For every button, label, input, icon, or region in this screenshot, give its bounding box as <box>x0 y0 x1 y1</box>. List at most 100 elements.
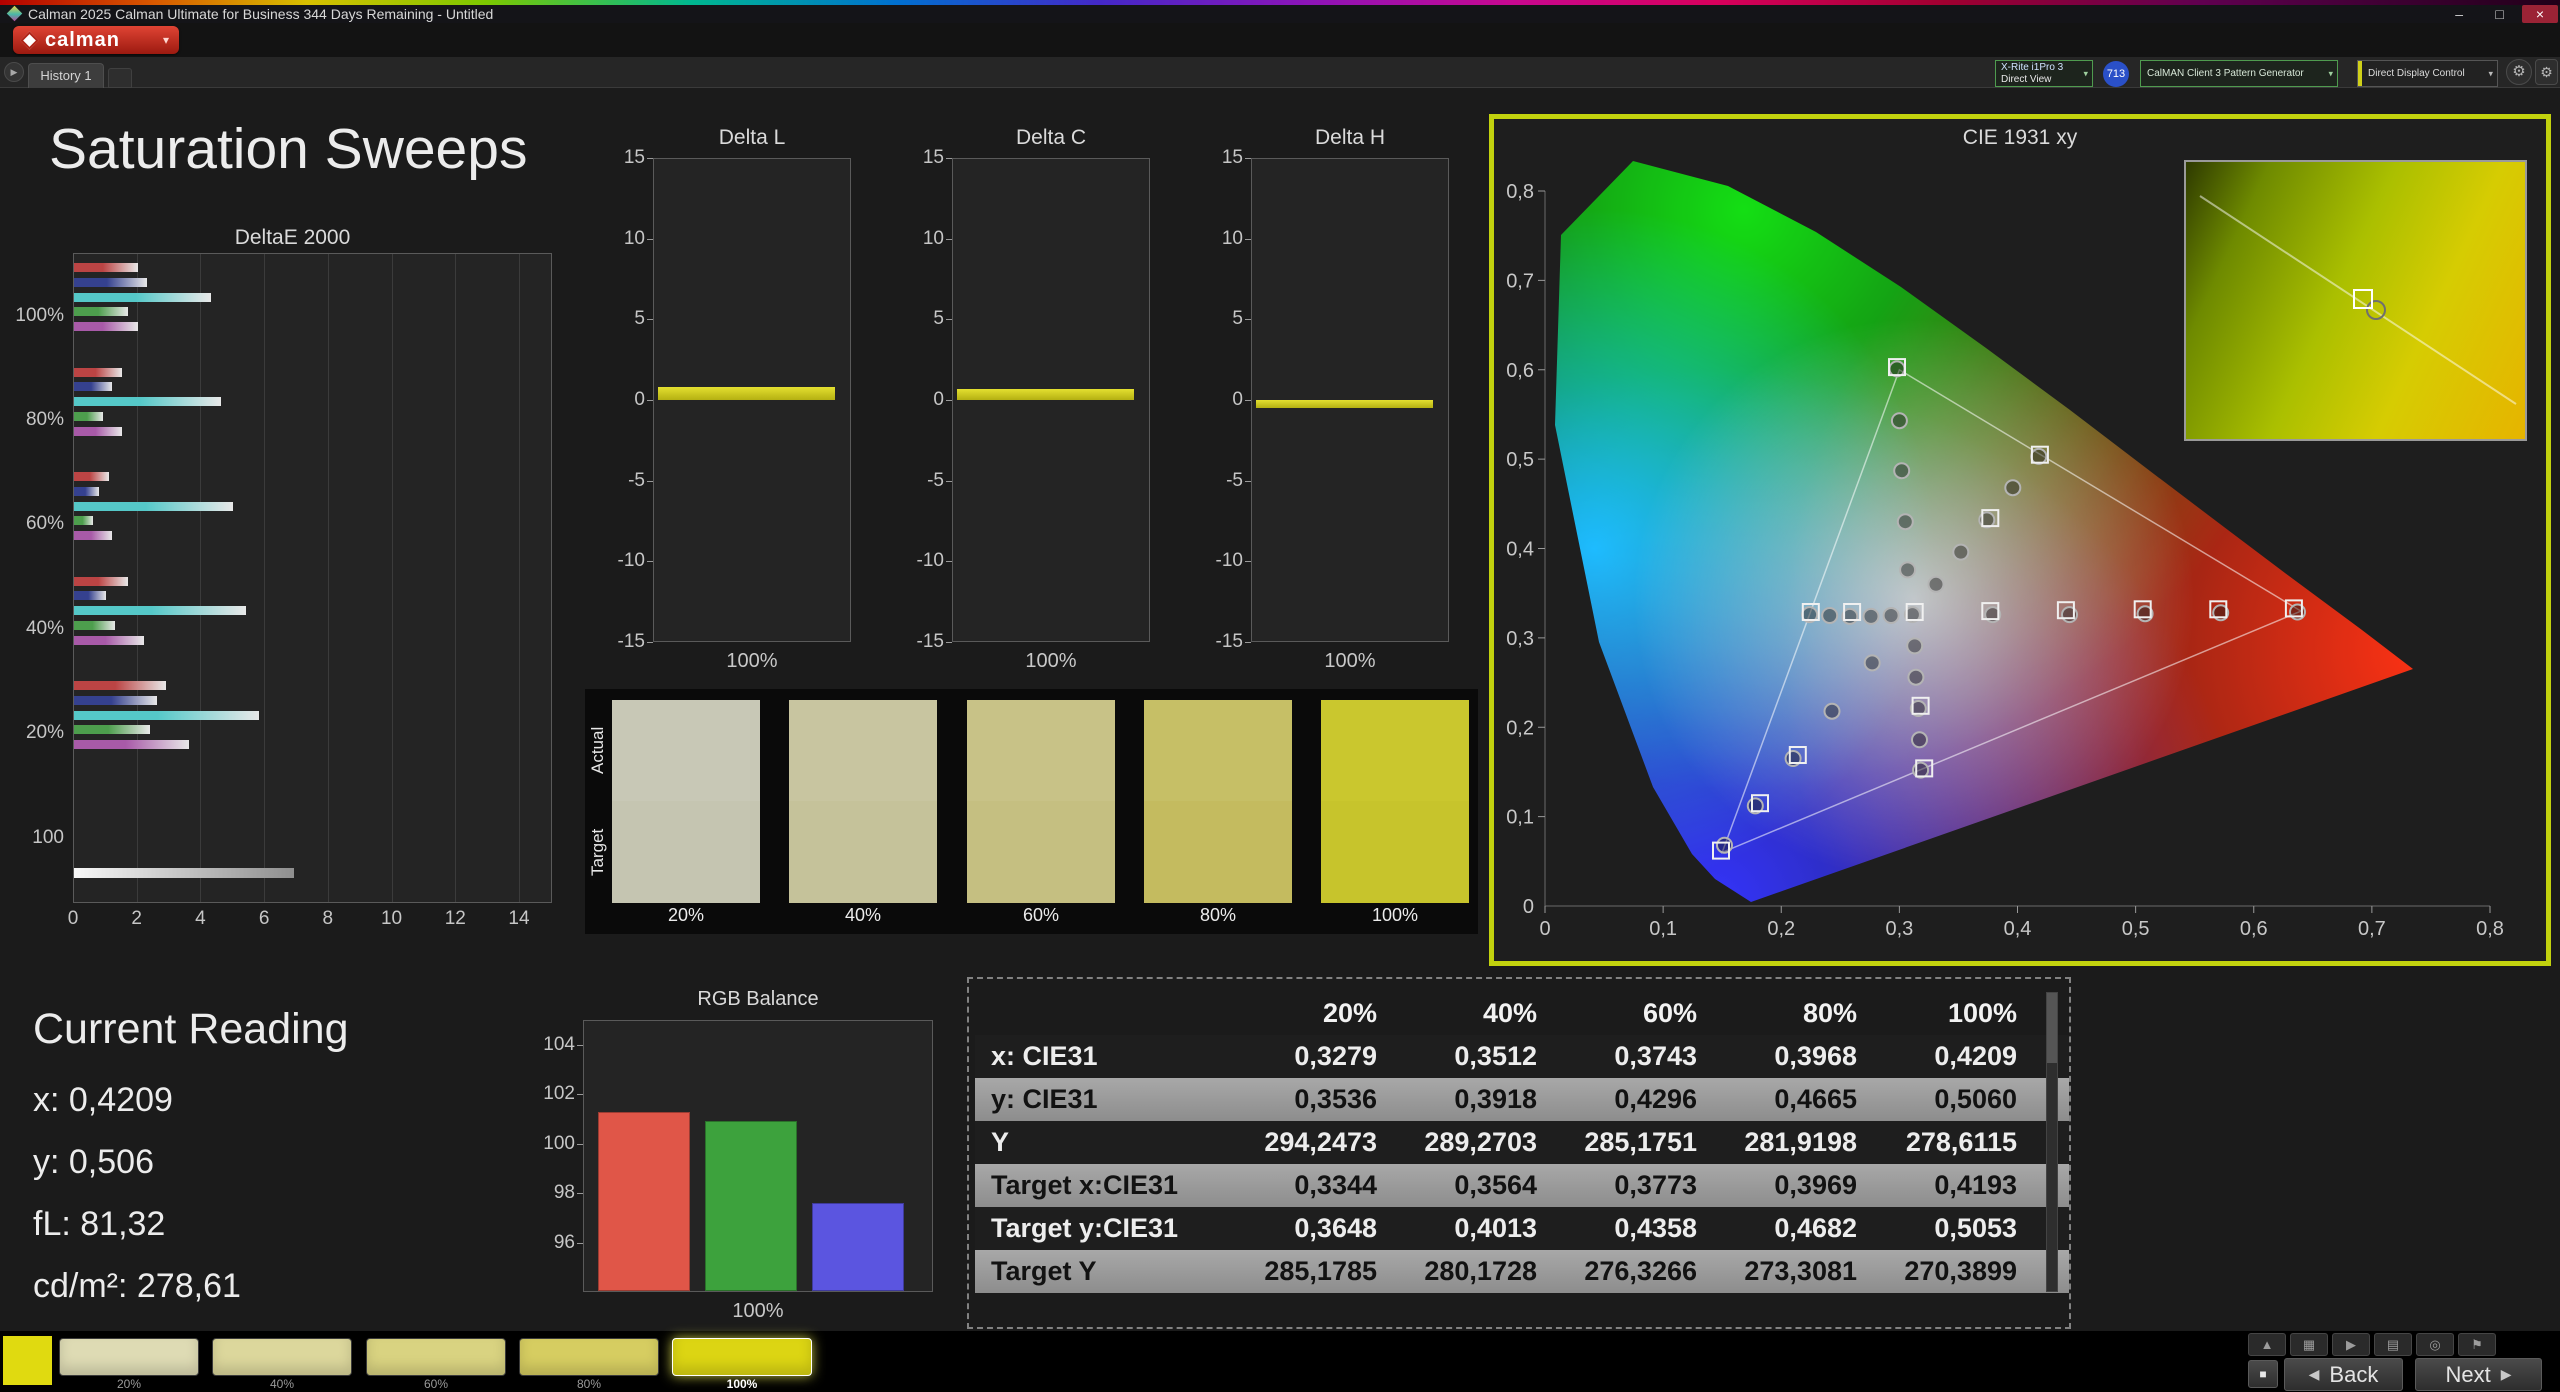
measured-point <box>1953 545 1968 560</box>
layout-icon: ▤ <box>2387 1337 2399 1352</box>
deltae-x-tick-label: 12 <box>433 906 477 932</box>
delta_h-tick-label: -15 <box>1185 629 1243 655</box>
pattern-swatch-60%[interactable] <box>366 1338 506 1376</box>
stop-pattern-button[interactable]: ■ <box>2248 1360 2278 1388</box>
delta_l-tick-label: 10 <box>587 226 645 252</box>
deltae-x-tick-label: 8 <box>306 906 350 932</box>
delta_c-tick-label: 5 <box>886 306 944 332</box>
measured-point <box>2031 449 2046 464</box>
toolbar-button[interactable]: ▲ <box>2248 1333 2286 1356</box>
deltae-x-tick-label: 4 <box>178 906 222 932</box>
pattern-swatch-20%[interactable] <box>59 1338 199 1376</box>
pattern-swatch-80%[interactable] <box>519 1338 659 1376</box>
cie-y-tick-label: 0,3 <box>1506 628 1534 650</box>
zoom-measured-point <box>2367 301 2385 319</box>
delta_h-tick-label: 5 <box>1185 306 1243 332</box>
play-icon: ▶ <box>2346 1337 2356 1352</box>
toolbar-button[interactable]: ⚑ <box>2458 1333 2496 1356</box>
gear-icon: ⚙ <box>2512 63 2525 80</box>
tab-label: History 1 <box>40 68 91 83</box>
play-icon: ▶ <box>11 67 18 77</box>
delta_l-tick-label: 0 <box>587 387 645 413</box>
deltae-group-label: 20% <box>4 720 64 746</box>
reading-cdm2: cd/m²: 278,61 <box>33 1267 241 1306</box>
calman-diamond-icon <box>7 6 23 22</box>
settings-button[interactable]: ⚙ <box>2506 59 2532 85</box>
next-button[interactable]: Next ▶ <box>2415 1358 2542 1391</box>
measured-point <box>1908 670 1923 685</box>
cie-y-tick-label: 0 <box>1523 896 1534 918</box>
toolbar-button[interactable]: ▦ <box>2290 1333 2328 1356</box>
toolbar-button[interactable]: ▤ <box>2374 1333 2412 1356</box>
flag-icon: ⚑ <box>2471 1337 2483 1352</box>
cie-zoom-content <box>2186 162 2525 439</box>
pattern-generator-label: CalMAN Client 3 Pattern Generator <box>2147 68 2304 79</box>
delta_c-tick-label: 0 <box>886 387 944 413</box>
workflow-settings-button[interactable]: ⚙ <box>2535 59 2558 85</box>
back-icon: ◀ <box>2309 1366 2320 1383</box>
reading-y: y: 0,506 <box>33 1143 154 1182</box>
delta-c-xlabel: 100% <box>952 650 1150 673</box>
delta_h-tick-label: -10 <box>1185 548 1243 574</box>
rainbow-strip <box>0 0 2560 5</box>
measured-point <box>1929 577 1944 592</box>
tab-bar: ▶ History 1 X-Rite i1Pro 3 Direct View ▾… <box>0 57 2560 88</box>
table-row: Y294,2473289,2703285,1751281,9198278,611… <box>975 1121 2069 1164</box>
display-control-label: Direct Display Control <box>2368 68 2465 79</box>
cie-x-tick-label: 0,4 <box>2004 918 2032 940</box>
measured-point <box>1907 638 1922 653</box>
rgb-tick-label: 96 <box>517 1230 575 1256</box>
delta-c-chart <box>952 158 1150 642</box>
calman-logo-button[interactable]: calman ▾ <box>13 26 179 54</box>
delta_c-tick-label: 15 <box>886 145 944 171</box>
delta_c-tick-mark <box>946 642 952 643</box>
table-scrollbar[interactable] <box>2046 992 2058 1292</box>
table-scrollbar-thumb[interactable] <box>2047 993 2057 1063</box>
deltae-x-tick-label: 6 <box>242 906 286 932</box>
measured-point <box>1898 514 1913 529</box>
cie-y-tick-label: 0,2 <box>1506 717 1534 739</box>
reading-x: x: 0,4209 <box>33 1081 173 1120</box>
table-row: Target Y285,1785280,1728276,3266273,3081… <box>975 1250 2069 1293</box>
toolbar-button[interactable]: ▶ <box>2332 1333 2370 1356</box>
cie-x-tick-label: 0,1 <box>1649 918 1677 940</box>
delta_l-tick-label: -5 <box>587 468 645 494</box>
measured-point <box>1864 609 1879 624</box>
cie-y-tick-label: 0,8 <box>1506 181 1534 203</box>
target-row-label: Target <box>586 801 610 903</box>
pattern-swatch-100%[interactable] <box>672 1338 812 1376</box>
cie-x-tick-label: 0,2 <box>1767 918 1795 940</box>
next-icon: ▶ <box>2501 1366 2512 1383</box>
history-nav-button[interactable]: ▶ <box>4 62 24 82</box>
rgb-balance-xlabel: 100% <box>583 1300 933 1323</box>
deltae-x-tick-label: 0 <box>51 906 95 932</box>
pattern-swatch-40%[interactable] <box>212 1338 352 1376</box>
delta_l-tick-mark <box>647 642 653 643</box>
chevron-down-icon: ▾ <box>2083 68 2088 79</box>
calman-logo-text: calman <box>45 29 120 52</box>
pattern-generator-dropdown[interactable]: CalMAN Client 3 Pattern Generator ▾ <box>2140 60 2338 87</box>
display-control-dropdown[interactable]: Direct Display Control ▾ <box>2357 60 2498 87</box>
maximize-button[interactable]: □ <box>2482 5 2518 23</box>
results-table: 20%40%60%80%100%x: CIE310,32790,35120,37… <box>967 977 2071 1329</box>
chevron-down-icon: ▾ <box>2328 61 2333 86</box>
cie-y-tick-label: 0,1 <box>1506 807 1534 829</box>
chevron-down-icon: ▾ <box>2488 61 2493 86</box>
delta_l-tick-label: -10 <box>587 548 645 574</box>
tab-overflow-button[interactable] <box>108 68 132 88</box>
measured-point <box>1894 463 1909 478</box>
cie-zoom-inset <box>2184 160 2527 441</box>
meter-dropdown[interactable]: X-Rite i1Pro 3 Direct View ▾ <box>1995 60 2093 87</box>
tab-history-1[interactable]: History 1 <box>28 63 104 88</box>
cie-x-tick-label: 0,6 <box>2240 918 2268 940</box>
close-button[interactable]: × <box>2522 5 2558 23</box>
toolbar-button[interactable]: ◎ <box>2416 1333 2454 1356</box>
deltae-chart-title: DeltaE 2000 <box>53 226 532 250</box>
window-controls: – □ × <box>2441 5 2558 24</box>
delta_l-tick-label: 5 <box>587 306 645 332</box>
measured-point <box>1892 413 1907 428</box>
grid-icon: ▦ <box>2303 1337 2315 1352</box>
minimize-button[interactable]: – <box>2441 5 2477 23</box>
deltae-group-label: 40% <box>4 616 64 642</box>
back-button[interactable]: ◀ Back <box>2284 1358 2403 1391</box>
